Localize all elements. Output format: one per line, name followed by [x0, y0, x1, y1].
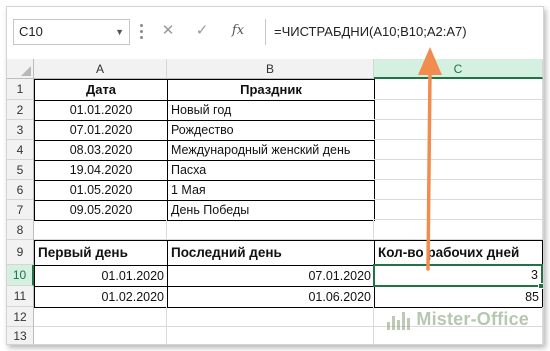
- cell-b5[interactable]: Пасха: [167, 160, 375, 181]
- row-header-3[interactable]: 3: [7, 120, 34, 140]
- column-header-b[interactable]: B: [167, 59, 374, 79]
- cell-c4[interactable]: [374, 140, 543, 160]
- row-header-6[interactable]: 6: [7, 180, 34, 200]
- cell-b2[interactable]: Новый год: [167, 100, 375, 121]
- drag-handle-icon[interactable]: [137, 21, 145, 43]
- cell-b13[interactable]: [167, 327, 374, 344]
- row-header-9[interactable]: 9: [7, 240, 34, 265]
- cell-a11[interactable]: 01.02.2020: [34, 286, 168, 308]
- row-header-4[interactable]: 4: [7, 140, 34, 160]
- enter-icon[interactable]: ✓: [191, 19, 213, 43]
- cell-c3[interactable]: [374, 120, 543, 140]
- cell-a8[interactable]: [34, 220, 167, 240]
- column-header-a[interactable]: A: [34, 59, 167, 79]
- cell-c7[interactable]: [374, 200, 543, 220]
- cell-b12[interactable]: [167, 307, 374, 327]
- row-header-12[interactable]: 12: [7, 307, 34, 327]
- cell-b8[interactable]: [167, 220, 374, 240]
- row-header-1[interactable]: 1: [7, 79, 34, 100]
- cell-c11[interactable]: 85: [374, 286, 543, 308]
- name-box-value: C10: [19, 24, 43, 39]
- cell-c6[interactable]: [374, 180, 543, 200]
- spreadsheet-window: C10 ▼ ✕ ✓ fx =ЧИСТРАБДНИ(A10;B10;A2:A7) …: [6, 6, 544, 345]
- cell-c5[interactable]: [374, 160, 543, 180]
- cell-b3[interactable]: Рождество: [167, 120, 375, 141]
- formula-bar: C10 ▼ ✕ ✓ fx =ЧИСТРАБДНИ(A10;B10;A2:A7): [7, 7, 543, 54]
- cell-a5[interactable]: 19.04.2020: [34, 160, 168, 181]
- cell-c10[interactable]: 3: [373, 264, 543, 287]
- cell-a1[interactable]: Дата: [34, 79, 168, 101]
- cell-b7[interactable]: День Победы: [167, 200, 375, 221]
- cell-a10[interactable]: 01.01.2020: [34, 265, 168, 287]
- fill-handle[interactable]: [538, 283, 543, 289]
- watermark-text: Mister-Office: [416, 309, 529, 329]
- select-all-button[interactable]: [7, 59, 34, 79]
- cell-a7[interactable]: 09.05.2020: [34, 200, 168, 221]
- cell-a2[interactable]: 01.01.2020: [34, 100, 168, 121]
- cell-b1[interactable]: Праздник: [167, 79, 375, 101]
- bar-chart-icon: [387, 310, 411, 330]
- cell-b10[interactable]: 07.01.2020: [167, 265, 375, 287]
- cancel-icon[interactable]: ✕: [157, 19, 179, 43]
- chevron-down-icon[interactable]: ▼: [115, 20, 124, 44]
- row-header-2[interactable]: 2: [7, 100, 34, 120]
- cell-a4[interactable]: 08.03.2020: [34, 140, 168, 161]
- cell-a6[interactable]: 01.05.2020: [34, 180, 168, 201]
- cell-b9[interactable]: Последний день: [167, 240, 375, 266]
- cell-c1[interactable]: [374, 79, 543, 100]
- cell-b11[interactable]: 01.06.2020: [167, 286, 375, 308]
- insert-function-icon[interactable]: fx: [227, 19, 249, 43]
- watermark-logo: Mister-Office: [387, 309, 529, 330]
- cell-c9[interactable]: Кол-во рабочих дней: [374, 240, 543, 266]
- column-header-c[interactable]: C: [374, 59, 543, 79]
- cell-c8[interactable]: [374, 220, 543, 240]
- row-header-5[interactable]: 5: [7, 160, 34, 180]
- cell-c2[interactable]: [374, 100, 543, 120]
- formula-bar-divider: [265, 19, 266, 45]
- cell-a9[interactable]: Первый день: [34, 240, 168, 266]
- name-box[interactable]: C10 ▼: [13, 19, 130, 45]
- row-header-13[interactable]: 13: [7, 327, 34, 344]
- cell-b4[interactable]: Международный женский день: [167, 140, 375, 161]
- row-header-10[interactable]: 10: [7, 265, 34, 286]
- cell-a3[interactable]: 07.01.2020: [34, 120, 168, 141]
- cell-a12[interactable]: [34, 307, 167, 327]
- cell-a13[interactable]: [34, 327, 167, 344]
- row-header-7[interactable]: 7: [7, 200, 34, 220]
- row-header-8[interactable]: 8: [7, 220, 34, 240]
- cell-b6[interactable]: 1 Мая: [167, 180, 375, 201]
- formula-input[interactable]: =ЧИСТРАБДНИ(A10;B10;A2:A7): [270, 19, 540, 45]
- row-header-11[interactable]: 11: [7, 286, 34, 307]
